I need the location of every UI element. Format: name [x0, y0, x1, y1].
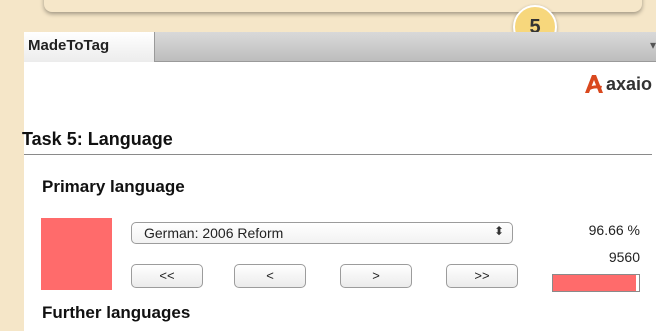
task-title: Task 5: Language: [22, 129, 173, 149]
language-color-swatch: [41, 218, 112, 290]
primary-language-heading: Primary language: [42, 177, 185, 196]
tab-madetotag[interactable]: MadeToTag: [24, 32, 155, 62]
axaio-a-icon: [584, 75, 603, 93]
word-count: 9560: [608, 249, 640, 265]
first-button[interactable]: <<: [131, 264, 203, 288]
axaio-logo: axaio: [583, 73, 652, 95]
previous-button[interactable]: <: [234, 264, 306, 288]
last-button[interactable]: >>: [446, 264, 518, 288]
panel-tab-bar: MadeToTag ▾: [24, 32, 656, 62]
select-updown-icon: ⬍: [493, 224, 504, 238]
logo-text: axaio: [605, 73, 652, 94]
madetotag-panel: MadeToTag ▾ axaio Task 5: Language Prima…: [22, 32, 656, 331]
primary-language-select[interactable]: German: 2006 Reform ⬍: [131, 222, 513, 244]
language-progress-bar: [552, 274, 640, 292]
language-percentage: 96.66 %: [588, 222, 640, 238]
selected-language-value: German: 2006 Reform: [144, 225, 284, 241]
further-languages-heading: Further languages: [42, 303, 191, 322]
language-progress-fill: [553, 275, 637, 291]
next-button[interactable]: >: [340, 264, 412, 288]
title-divider: [24, 154, 652, 155]
panel-menu-icon[interactable]: ▾: [650, 38, 656, 52]
previous-step-card: [44, 0, 642, 12]
